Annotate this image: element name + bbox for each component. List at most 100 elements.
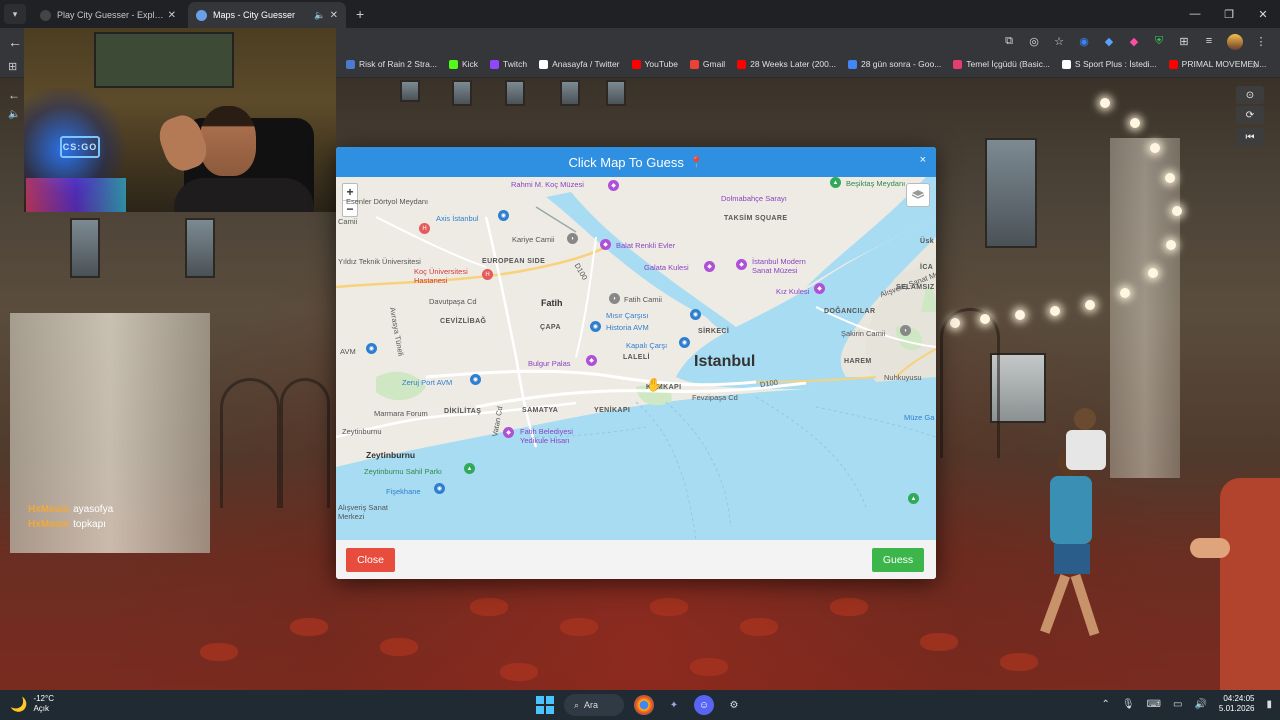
chrome-icon[interactable] <box>634 695 654 715</box>
tab-maps-city-guesser[interactable]: Maps - City Guesser 🔈 ✕ <box>188 2 346 28</box>
game-app-icon[interactable]: ✦ <box>664 695 684 715</box>
profile-avatar[interactable] <box>1227 34 1243 50</box>
map-label: Fişekhane <box>386 487 421 496</box>
display-icon[interactable]: ▭ <box>1173 699 1182 710</box>
temperature: -12°C <box>33 694 54 703</box>
new-tab-button[interactable]: + <box>356 6 364 22</box>
map-label: Rahmi M. Koç Müzesi <box>511 180 584 189</box>
tab-search-menu[interactable]: ▾ <box>4 4 26 24</box>
bookmark-item[interactable]: S Sport Plus : İstedi... <box>1061 59 1157 69</box>
tab-close-icon[interactable]: ✕ <box>168 10 176 21</box>
map-label: Galata Kulesi <box>644 263 689 272</box>
eye-off-icon[interactable]: ◎ <box>1027 34 1041 48</box>
clock[interactable]: 04:24:05 5.01.2026 <box>1219 694 1255 714</box>
close-button[interactable]: Close <box>346 548 395 572</box>
park-marker-icon: ▲ <box>908 493 919 504</box>
arch <box>280 378 330 508</box>
streamer-body <box>174 178 314 212</box>
museum-marker-icon: ◆ <box>736 259 747 270</box>
mosque-window <box>452 80 472 106</box>
person-figure <box>1190 478 1280 690</box>
translate-icon[interactable]: ⧉ <box>1002 34 1016 48</box>
refresh-icon[interactable]: ⟳ <box>1236 106 1264 124</box>
bookmark-item[interactable]: Risk of Rain 2 Stra... <box>346 59 437 69</box>
extension-audio-icon[interactable]: ◉ <box>1077 34 1091 48</box>
bookmark-item[interactable]: Temel İçgüdü (Basic... <box>953 59 1050 69</box>
map-label: Nuhkuyusu <box>884 373 922 382</box>
bookmark-label: Kick <box>461 59 479 69</box>
map-label: Davutpaşa Cd <box>429 297 477 306</box>
chandelier-lamp <box>1100 98 1110 108</box>
district-label: SELAMSIZ <box>896 284 935 291</box>
carpet-motif <box>560 618 598 636</box>
layers-icon[interactable] <box>906 183 930 207</box>
compass-icon[interactable]: ⊙ <box>1236 86 1264 104</box>
pillar <box>1110 138 1180 478</box>
reading-list-icon[interactable]: ≡ <box>1202 34 1216 48</box>
district-label: SİRKECİ <box>698 328 730 335</box>
chandelier-lamp <box>1120 288 1130 298</box>
bookmark-item[interactable]: YouTube <box>631 59 678 69</box>
shield-icon[interactable]: ⛨ <box>1152 34 1166 48</box>
modal-close-x[interactable]: × <box>920 154 926 166</box>
modal-footer: Close Guess <box>336 540 936 579</box>
map-label: Camii <box>338 217 358 226</box>
minimize-button[interactable]: — <box>1178 0 1212 28</box>
bookmark-item[interactable]: Gmail <box>689 59 725 69</box>
steam-icon[interactable]: ⚙ <box>724 695 744 715</box>
district-label: ÇAPA <box>540 324 561 331</box>
moon-icon: 🌙 <box>10 695 28 712</box>
guess-map[interactable]: + − Rahmi M. Koç Müzesi ◆ Dolmabahçe Sar… <box>336 177 936 540</box>
return-start-icon[interactable]: ⏮ <box>1236 128 1264 146</box>
volume-icon[interactable]: 🔊 <box>1194 699 1206 710</box>
back-arrow-icon[interactable]: ← <box>8 88 20 102</box>
weather-condition: Açık <box>33 704 49 713</box>
child-figure <box>1060 408 1116 498</box>
kebab-menu-icon[interactable]: ⋮ <box>1254 34 1268 48</box>
map-label: Şakirin Camii <box>841 329 886 338</box>
museum-marker-icon: ◆ <box>586 355 597 366</box>
bookmark-item[interactable]: Twitch <box>490 59 527 69</box>
search-box[interactable]: ⌕ Ara <box>564 694 624 716</box>
map-pin-icon: 📍 <box>689 156 704 169</box>
tab-play-city-guesser[interactable]: Play City Guesser - Explore the ✕ <box>32 2 184 28</box>
more-bookmarks-icon[interactable]: » <box>1252 60 1258 71</box>
notifications-icon[interactable]: ▮ <box>1266 699 1272 710</box>
discord-icon[interactable]: ☺ <box>694 695 714 715</box>
arch <box>220 378 280 508</box>
close-window-button[interactable]: ✕ <box>1246 0 1280 28</box>
shop-marker-icon: ◉ <box>690 309 701 320</box>
extension-icon[interactable]: ◆ <box>1127 34 1141 48</box>
speaker-icon[interactable]: 🔈 <box>314 10 325 21</box>
bookmark-item[interactable]: Kick <box>448 59 479 69</box>
star-icon[interactable]: ☆ <box>1052 34 1066 48</box>
chevron-up-icon[interactable]: ⌃ <box>1101 699 1109 710</box>
mosque-window <box>400 80 420 102</box>
bookmark-item[interactable]: 28 Weeks Later (200... <box>737 59 836 69</box>
map-label: Esenler Dörtyol Meydanı <box>346 197 429 206</box>
puzzle-icon[interactable]: ⊞ <box>1177 34 1191 48</box>
map-label: Bulgur Palas <box>528 359 571 368</box>
microphone-icon[interactable]: 🎙 <box>1122 699 1135 710</box>
camera-marker-icon: ◆ <box>600 239 611 250</box>
speaker-icon[interactable]: 🔈 <box>8 109 20 120</box>
extension-icon[interactable]: ◆ <box>1102 34 1116 48</box>
bookmark-item[interactable]: Anasayfa / Twitter <box>539 59 620 69</box>
chat-text: topkapı <box>73 519 106 530</box>
apps-grid-icon[interactable]: ⊞ <box>8 60 17 73</box>
maximize-button[interactable]: ❐ <box>1212 0 1246 28</box>
chandelier-lamp <box>980 314 990 324</box>
weather-widget[interactable]: 🌙 -12°C Açık <box>10 694 54 714</box>
windows-start-icon[interactable] <box>536 696 554 714</box>
carpet-motif <box>500 663 538 681</box>
hand-cursor-icon: ✋ <box>646 377 663 392</box>
park-marker-icon: ▲ <box>830 177 841 188</box>
guess-button[interactable]: Guess <box>872 548 924 572</box>
mosque-window <box>560 80 580 106</box>
keyboard-icon[interactable]: ⌨ <box>1147 699 1161 710</box>
carpet-motif <box>380 638 418 656</box>
tab-close-icon[interactable]: ✕ <box>330 10 338 21</box>
back-arrow-icon[interactable]: ← <box>8 34 22 50</box>
chandelier-lamp <box>1150 143 1160 153</box>
bookmark-item[interactable]: 28 gün sonra - Goo... <box>847 59 941 69</box>
